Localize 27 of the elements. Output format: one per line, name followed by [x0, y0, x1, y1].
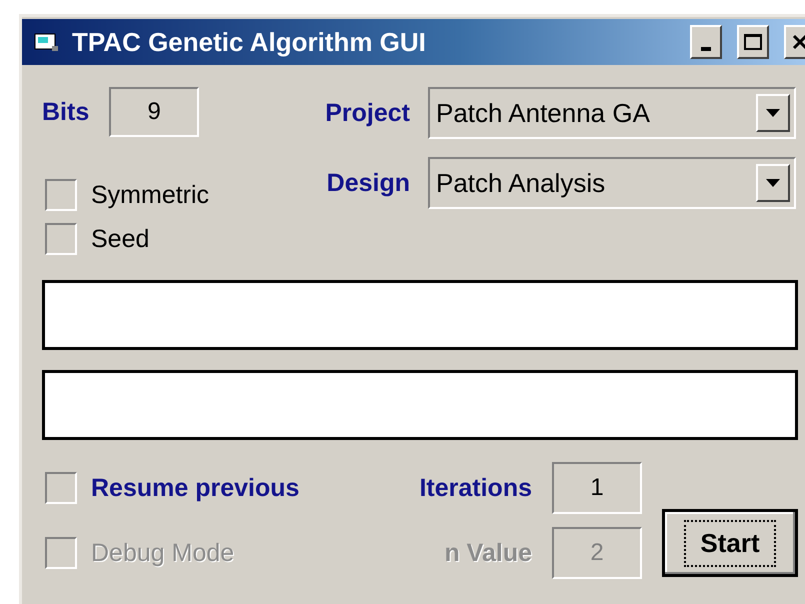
field-label: Design: [326, 168, 410, 198]
close-icon: [792, 34, 805, 50]
checkbox[interactable]: [45, 223, 77, 255]
minimize-button[interactable]: [690, 25, 722, 59]
text-field[interactable]: [42, 370, 798, 440]
field-label: n Value: [443, 538, 532, 568]
field-label: Project: [324, 98, 410, 128]
checkbox-label: Resume previous: [91, 474, 300, 502]
start-button[interactable]: Start: [662, 509, 798, 577]
checkbox[interactable]: [45, 472, 77, 504]
checkbox-label: Debug Mode: [91, 538, 234, 568]
text-field[interactable]: [42, 280, 798, 350]
checkbox[interactable]: [45, 179, 77, 211]
checkbox-label: Seed: [91, 224, 150, 254]
checkbox[interactable]: [45, 537, 77, 569]
maximize-icon: [743, 33, 763, 51]
bits-label: Bits: [42, 98, 90, 126]
bits-field[interactable]: 9: [109, 87, 200, 137]
number-field[interactable]: 1: [552, 462, 642, 514]
window-icon: [34, 31, 60, 53]
window-title: TPAC Genetic Algorithm GUI: [72, 26, 427, 58]
dropdown[interactable]: Patch Analysis: [428, 157, 796, 209]
checkbox-label: Symmetric: [91, 180, 210, 210]
minimize-icon: [701, 47, 711, 51]
field-label: Iterations: [418, 474, 532, 502]
dropdown[interactable]: Patch Antenna GA: [428, 87, 796, 139]
maximize-button[interactable]: [737, 25, 769, 59]
